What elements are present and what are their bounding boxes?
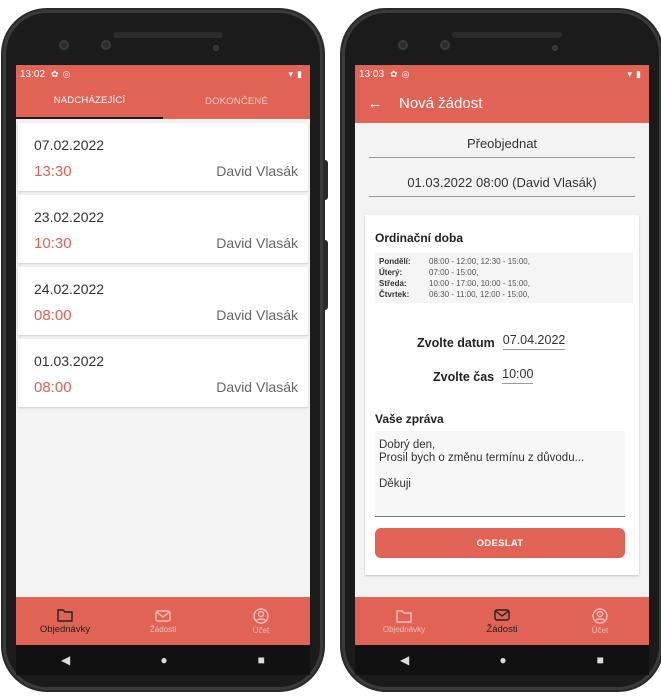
camera-icon <box>398 40 408 50</box>
nav-orders[interactable]: Objednávky <box>16 597 114 645</box>
battery-icon: ▮ <box>297 68 302 79</box>
office-hours-title: Ordinační doba <box>375 231 464 245</box>
user-icon <box>592 607 608 624</box>
screen: 13:03 ✿ ◎ ▾ ▮ ← Nová žádost Přeobjednat … <box>355 65 649 645</box>
date-row: Zvolte datum 07.04.2022 <box>417 333 566 350</box>
status-time: 13:03 <box>359 68 385 80</box>
folder-icon <box>57 608 73 622</box>
date-label: Zvolte datum <box>417 336 495 350</box>
nav-requests-label: Žádosti <box>486 623 518 635</box>
appointment-list: 07.02.2022 13:30 David Vlasák 23.02.2022… <box>16 119 310 415</box>
appointment-doctor: David Vlasák <box>216 379 298 395</box>
nav-requests[interactable]: Žádosti <box>453 597 551 645</box>
reorder-field[interactable]: Přeobjednat <box>369 131 635 158</box>
system-nav: ◀ ● ■ <box>355 645 649 675</box>
back-arrow-icon[interactable]: ← <box>355 95 395 112</box>
phone-left: 13:02 ✿ ◎ ▾ ▮ NADCHÁZEJÍCÍ DOKONČENÉ 07.… <box>3 10 328 690</box>
nav-orders-label: Objednávky <box>382 624 426 634</box>
mail-icon <box>494 608 510 621</box>
home-circle-icon[interactable]: ● <box>499 653 506 667</box>
sensor-icon <box>440 40 450 50</box>
sensor-dot <box>213 45 219 51</box>
camera-icon <box>59 40 69 50</box>
message-line: Dobrý den, <box>379 439 436 451</box>
recents-square-icon[interactable]: ■ <box>597 653 604 667</box>
office-hours-row: Středa: 10:00 - 17:00, 10:00 - 15:00, <box>379 279 530 288</box>
back-triangle-icon[interactable]: ◀ <box>400 653 409 667</box>
tab-bar: NADCHÁZEJÍCÍ DOKONČENÉ <box>16 83 310 119</box>
nav-account[interactable]: Účet <box>551 597 649 645</box>
system-nav: ◀ ● ■ <box>16 645 310 675</box>
screen: 13:02 ✿ ◎ ▾ ▮ NADCHÁZEJÍCÍ DOKONČENÉ 07.… <box>16 65 310 645</box>
appointment-doctor: David Vlasák <box>216 235 298 251</box>
appointment-date: 01.03.2022 <box>34 353 105 369</box>
volume-button <box>323 160 328 200</box>
wifi-icon: ▾ <box>288 68 294 79</box>
wifi-icon: ▾ <box>627 68 633 79</box>
tab-completed[interactable]: DOKONČENÉ <box>163 83 310 119</box>
message-line: Děkuji <box>379 478 411 490</box>
status-bar: 13:03 ✿ ◎ ▾ ▮ <box>355 65 649 83</box>
home-circle-icon[interactable]: ● <box>160 653 167 667</box>
nav-orders[interactable]: Objednávky <box>355 597 453 645</box>
appointment-card[interactable]: 07.02.2022 13:30 David Vlasák <box>18 123 308 191</box>
tab-upcoming[interactable]: NADCHÁZEJÍCÍ <box>16 83 163 119</box>
status-bar: 13:02 ✿ ◎ ▾ ▮ <box>16 65 310 83</box>
sensor-dot <box>552 45 558 51</box>
bottom-nav: Objednávky Žádosti Účet <box>355 597 649 645</box>
nav-requests-label: Žádosti <box>149 624 177 634</box>
appointment-doctor: David Vlasák <box>216 307 298 323</box>
appointment-time: 08:00 <box>34 307 72 324</box>
nav-account[interactable]: Účet <box>212 597 310 645</box>
phone-right: 13:03 ✿ ◎ ▾ ▮ ← Nová žádost Přeobjednat … <box>342 10 661 690</box>
appointment-date: 24.02.2022 <box>34 281 105 297</box>
appointment-card[interactable]: 23.02.2022 10:30 David Vlasák <box>18 195 308 263</box>
appointment-time: 13:30 <box>34 163 72 180</box>
folder-icon <box>396 609 412 623</box>
send-button[interactable]: ODESLAT <box>375 528 625 558</box>
date-input[interactable]: 07.04.2022 <box>502 333 566 350</box>
appointment-doctor: David Vlasák <box>216 163 298 179</box>
page-title: Nová žádost <box>399 94 483 112</box>
time-input[interactable]: 10:00 <box>502 367 534 384</box>
appointment-date: 07.02.2022 <box>34 137 105 153</box>
request-form: Ordinační doba Pondělí: 08:00 - 12:00, 12… <box>365 215 639 575</box>
speaker <box>452 32 562 38</box>
time-label: Zvolte čas <box>433 370 495 384</box>
user-icon <box>253 607 269 624</box>
battery-icon: ▮ <box>636 68 641 79</box>
notification-icon: ◎ <box>401 68 410 79</box>
office-hours-table: Pondělí: 08:00 - 12:00, 12:30 - 15:00, Út… <box>375 253 633 303</box>
speaker <box>113 32 223 38</box>
message-line: Prosil bych o změnu termínu z důvodu... <box>379 452 585 464</box>
nav-account-label: Účet <box>252 625 270 635</box>
office-hours-row: Čtvrtek: 06:30 - 11:00, 12:00 - 15:00, <box>379 290 530 299</box>
nav-requests[interactable]: Žádosti <box>114 597 212 645</box>
time-row: Zvolte čas 10:00 <box>433 367 534 384</box>
appointment-card[interactable]: 01.03.2022 08:00 David Vlasák <box>18 339 308 407</box>
settings-icon: ✿ <box>390 68 398 79</box>
sensor-icon <box>101 40 111 50</box>
message-textarea[interactable]: Dobrý den, Prosil bych o změnu termínu z… <box>375 431 625 517</box>
appointment-time: 10:30 <box>34 235 72 252</box>
appointment-date: 23.02.2022 <box>34 209 105 225</box>
bottom-nav: Objednávky Žádosti Účet <box>16 597 310 645</box>
recents-square-icon[interactable]: ■ <box>258 653 265 667</box>
appointment-card[interactable]: 24.02.2022 08:00 David Vlasák <box>18 267 308 335</box>
nav-orders-label: Objednávky <box>39 623 91 635</box>
status-time: 13:02 <box>20 68 46 80</box>
notification-icon: ◎ <box>62 68 71 79</box>
office-hours-row: Pondělí: 08:00 - 12:00, 12:30 - 15:00, <box>379 257 530 266</box>
nav-account-label: Účet <box>591 625 609 635</box>
appointment-time: 08:00 <box>34 379 72 396</box>
office-hours-row: Úterý: 07:00 - 15:00, <box>379 268 479 277</box>
settings-icon: ✿ <box>51 68 59 79</box>
message-title: Vaše zpráva <box>375 412 444 426</box>
appointment-select[interactable]: 01.03.2022 08:00 (David Vlasák) <box>369 170 635 197</box>
app-bar: ← Nová žádost <box>355 83 649 123</box>
message-line <box>379 465 621 478</box>
back-triangle-icon[interactable]: ◀ <box>61 653 70 667</box>
mail-icon <box>155 609 171 622</box>
power-button <box>323 240 328 310</box>
